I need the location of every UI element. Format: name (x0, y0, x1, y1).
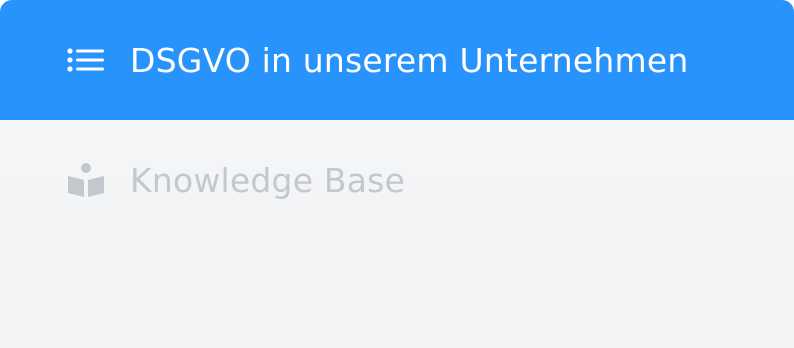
menu-item-label: DSGVO in unserem Unternehmen (130, 40, 689, 80)
navigation-menu: DSGVO in unserem Unternehmen Knowledge B… (0, 0, 794, 348)
book-reader-icon (66, 160, 106, 200)
menu-item-knowledge-base[interactable]: Knowledge Base (0, 120, 794, 240)
menu-item-dsgvo[interactable]: DSGVO in unserem Unternehmen (0, 0, 794, 120)
menu-item-label: Knowledge Base (130, 160, 406, 200)
list-icon (66, 40, 106, 80)
